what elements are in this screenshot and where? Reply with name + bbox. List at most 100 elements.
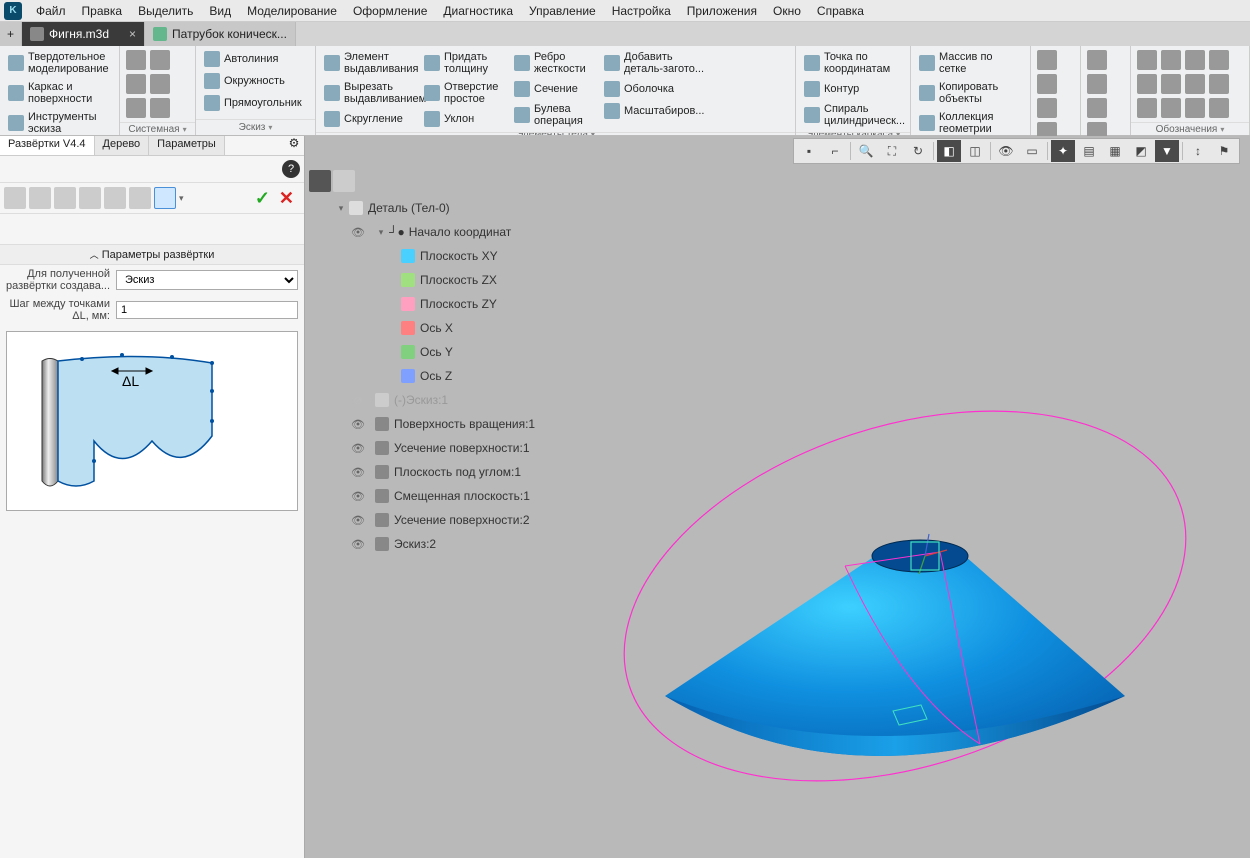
print-icon[interactable]: [126, 74, 146, 94]
btn-autoline[interactable]: Автолиния: [200, 49, 306, 69]
menu-select[interactable]: Выделить: [130, 2, 201, 20]
btn-shell[interactable]: Оболочка: [600, 79, 710, 99]
document-tabs: + Фигня.m3d × Патрубок коническ...: [0, 22, 1250, 46]
row1-label: Для полученной развёртки создава...: [6, 268, 116, 292]
ann-icon-7[interactable]: [1185, 74, 1205, 94]
close-tab-icon[interactable]: ×: [129, 27, 136, 41]
row1-select[interactable]: Эскиз: [116, 270, 298, 290]
aux-icon-3[interactable]: [1037, 98, 1057, 118]
solid-icon: [8, 55, 24, 71]
ann-icon-5[interactable]: [1137, 74, 1157, 94]
shape-icon-3[interactable]: [54, 187, 76, 209]
menu-edit[interactable]: Правка: [74, 2, 131, 20]
mode-wireframe[interactable]: Каркас и поверхности: [4, 79, 115, 107]
btn-scale[interactable]: Масштабиров...: [600, 101, 710, 121]
doc-icon: [153, 27, 167, 41]
btn-rectangle[interactable]: Прямоугольник: [200, 93, 306, 113]
thicken-icon: [424, 55, 440, 71]
undo-icon[interactable]: [150, 74, 170, 94]
ann-icon-9[interactable]: [1137, 98, 1157, 118]
shape-icon-2[interactable]: [29, 187, 51, 209]
btn-contour[interactable]: Контур: [800, 79, 909, 99]
mode-solid[interactable]: Твердотельное моделирование: [4, 49, 115, 77]
btn-circle[interactable]: Окружность: [200, 71, 306, 91]
new-icon[interactable]: [126, 50, 146, 70]
dim-icon-3[interactable]: [1087, 98, 1107, 118]
lp-tab-unfold[interactable]: Развёртки V4.4: [0, 136, 95, 155]
ann-icon-1[interactable]: [1137, 50, 1157, 70]
shape-icon-4[interactable]: [79, 187, 101, 209]
redo-icon[interactable]: [150, 98, 170, 118]
app-logo-icon: K: [4, 2, 22, 20]
menu-diagnostics[interactable]: Диагностика: [435, 2, 521, 20]
delta-l-label: ΔL: [122, 373, 139, 389]
params-header: ︿ Параметры развёртки: [0, 244, 304, 265]
menu-settings[interactable]: Настройка: [604, 2, 679, 20]
menu-design[interactable]: Оформление: [345, 2, 435, 20]
btn-fillet[interactable]: Скругление: [320, 109, 420, 129]
row2-input[interactable]: [116, 301, 298, 319]
menu-view[interactable]: Вид: [201, 2, 239, 20]
rectangle-icon: [204, 95, 220, 111]
shape-icon-7-selected[interactable]: [154, 187, 176, 209]
lp-tab-params[interactable]: Параметры: [149, 136, 225, 155]
menu-manage[interactable]: Управление: [521, 2, 604, 20]
draft-icon: [424, 111, 440, 127]
lp-settings-icon[interactable]: ⚙: [284, 136, 304, 155]
rib-icon: [514, 55, 530, 71]
lp-tab-tree[interactable]: Дерево: [95, 136, 150, 155]
accept-button[interactable]: ✓: [255, 188, 270, 209]
tab-active-label: Фигня.m3d: [49, 27, 109, 41]
dim-icon-1[interactable]: [1087, 50, 1107, 70]
tab-active[interactable]: Фигня.m3d ×: [22, 22, 145, 46]
model-render: [305, 136, 1250, 858]
tab-inactive[interactable]: Патрубок коническ...: [145, 22, 296, 46]
mode-sketch-tools[interactable]: Инструменты эскиза: [4, 109, 115, 137]
ribbon-label-frame: Элементы каркаса: [796, 132, 910, 135]
btn-copy-obj[interactable]: Копировать объекты: [915, 79, 1026, 107]
dropdown-icon[interactable]: ▾: [179, 193, 184, 204]
menu-help[interactable]: Справка: [809, 2, 872, 20]
shape-icon-6[interactable]: [129, 187, 151, 209]
save-icon[interactable]: [126, 98, 146, 118]
ann-icon-11[interactable]: [1185, 98, 1205, 118]
btn-boolean[interactable]: Булева операция: [510, 101, 600, 129]
btn-cut-extrude[interactable]: Вырезать выдавливанием: [320, 79, 420, 107]
aux-icon-1[interactable]: [1037, 50, 1057, 70]
open-icon[interactable]: [150, 50, 170, 70]
menu-window[interactable]: Окно: [765, 2, 809, 20]
new-tab-button[interactable]: +: [0, 22, 22, 46]
viewport-3d[interactable]: ▪ ⌐ 🔍 ⛶ ↻ ◧ ◫ 👁 ▭ ✦ ▤ ▦ ◩ ▼ ↕ ⚑: [305, 136, 1250, 858]
aux-icon-2[interactable]: [1037, 74, 1057, 94]
btn-spiral[interactable]: Спираль цилиндрическ...: [800, 101, 909, 129]
help-icon[interactable]: ?: [282, 160, 300, 178]
shape-icon-5[interactable]: [104, 187, 126, 209]
ann-icon-8[interactable]: [1209, 74, 1229, 94]
ann-icon-10[interactable]: [1161, 98, 1181, 118]
shape-icon-1[interactable]: [4, 187, 26, 209]
ann-icon-12[interactable]: [1209, 98, 1229, 118]
btn-geom-collection[interactable]: Коллекция геометрии: [915, 109, 1026, 137]
menu-apps[interactable]: Приложения: [679, 2, 765, 20]
ann-icon-4[interactable]: [1209, 50, 1229, 70]
dim-icon-2[interactable]: [1087, 74, 1107, 94]
ann-icon-3[interactable]: [1185, 50, 1205, 70]
btn-rib[interactable]: Ребро жесткости: [510, 49, 600, 77]
btn-section[interactable]: Сечение: [510, 79, 600, 99]
btn-hole[interactable]: Отверстие простое: [420, 79, 510, 107]
btn-add-part[interactable]: Добавить деталь-загото...: [600, 49, 710, 77]
cancel-button[interactable]: ✕: [279, 188, 294, 209]
fillet-icon: [324, 111, 340, 127]
menu-file[interactable]: Файл: [28, 2, 74, 20]
btn-point[interactable]: Точка по координатам: [800, 49, 909, 77]
btn-array-grid[interactable]: Массив по сетке: [915, 49, 1026, 77]
copy-icon: [919, 85, 935, 101]
btn-thicken[interactable]: Придать толщину: [420, 49, 510, 77]
menu-modeling[interactable]: Моделирование: [239, 2, 345, 20]
btn-draft[interactable]: Уклон: [420, 109, 510, 129]
left-panel: Развёртки V4.4 Дерево Параметры ⚙ ? ▾ ✓ …: [0, 136, 305, 858]
ann-icon-6[interactable]: [1161, 74, 1181, 94]
ann-icon-2[interactable]: [1161, 50, 1181, 70]
collection-icon: [919, 115, 935, 131]
btn-extrude[interactable]: Элемент выдавливания: [320, 49, 420, 77]
